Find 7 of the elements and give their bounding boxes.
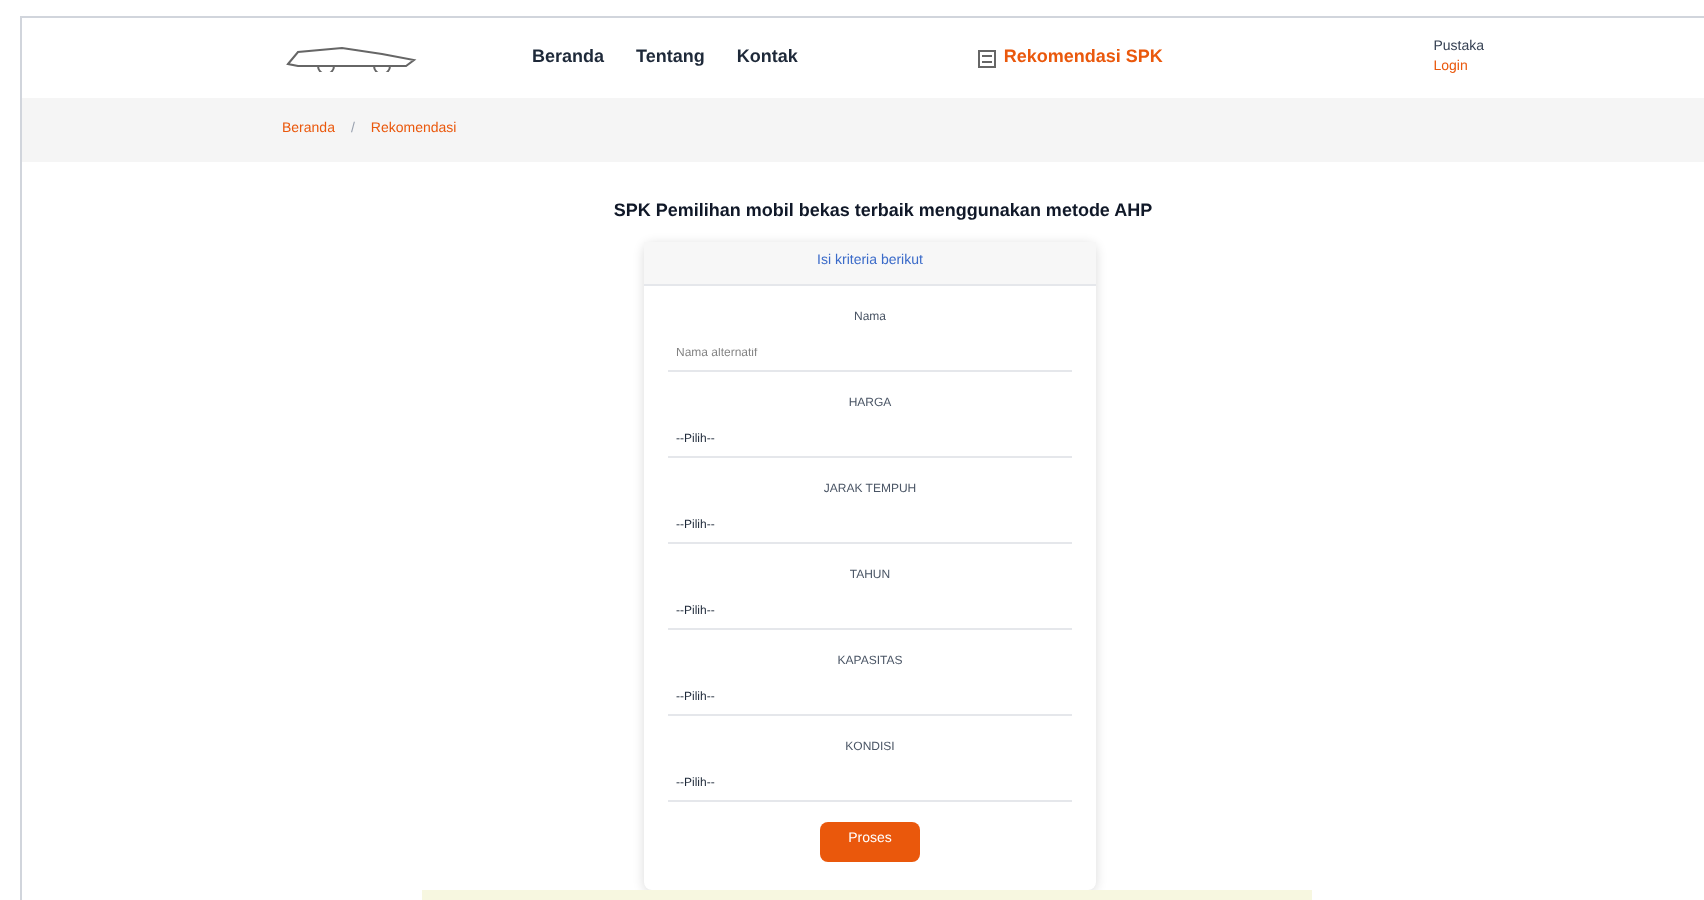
nav-link[interactable]: Kontak (736, 44, 798, 72)
calculator-icon (977, 49, 996, 67)
page-title: SPK Pemilihan mobil bekas terbaik menggunakan metode AHP (611, 198, 1155, 224)
car-logo-icon[interactable] (282, 44, 422, 72)
nav-link[interactable]: Beranda (532, 44, 605, 72)
nav-link[interactable]: Tentang (636, 44, 705, 72)
nav-link[interactable]: Rekomendasi SPK (1003, 44, 1163, 72)
